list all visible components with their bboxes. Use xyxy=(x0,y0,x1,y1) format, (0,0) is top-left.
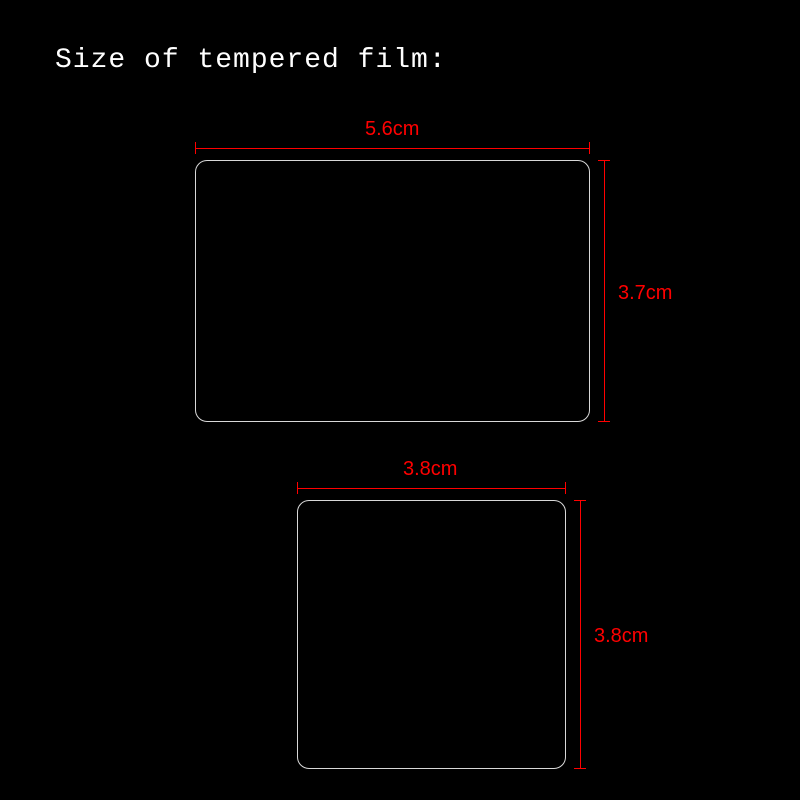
dimension-tick xyxy=(598,160,610,161)
film-outline-2 xyxy=(297,500,566,769)
dimension-tick xyxy=(297,482,298,494)
dimension-tick xyxy=(598,421,610,422)
film-outline-1 xyxy=(195,160,590,422)
dimension-tick xyxy=(589,142,590,154)
dimension-tick xyxy=(565,482,566,494)
dimension-line-top-2 xyxy=(297,488,566,489)
dimension-line-top-1 xyxy=(195,148,590,149)
page-title: Size of tempered film: xyxy=(55,45,447,76)
width-label-2: 3.8cm xyxy=(403,458,457,481)
height-label-2: 3.8cm xyxy=(594,625,648,648)
dimension-tick xyxy=(195,142,196,154)
dimension-tick xyxy=(574,768,586,769)
dimension-tick xyxy=(574,500,586,501)
dimension-line-right-1 xyxy=(604,160,605,422)
height-label-1: 3.7cm xyxy=(618,282,672,305)
dimension-line-right-2 xyxy=(580,500,581,769)
width-label-1: 5.6cm xyxy=(365,118,419,141)
